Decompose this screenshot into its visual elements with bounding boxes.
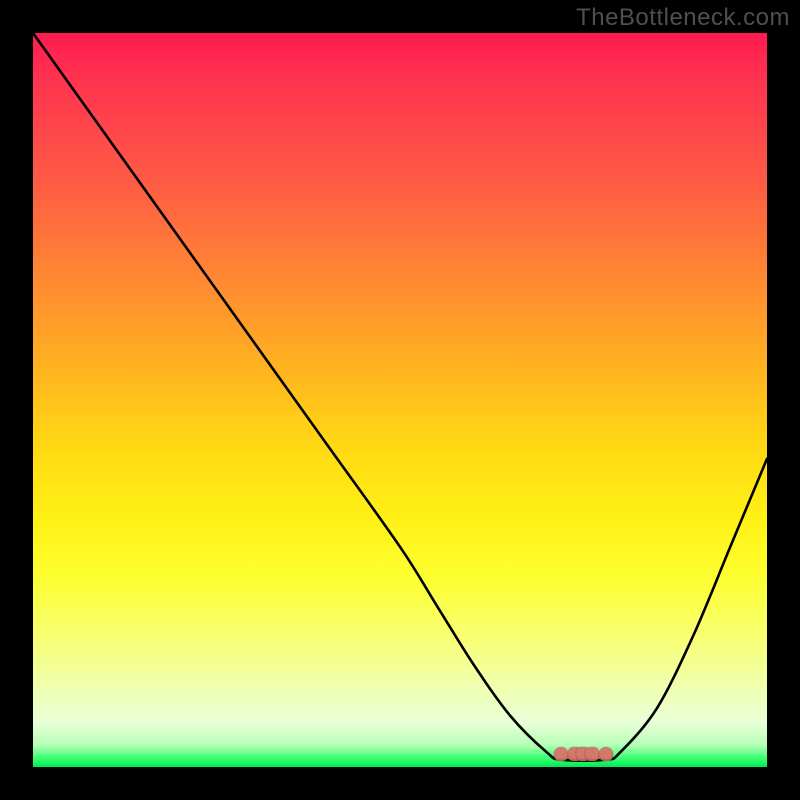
sweet-spot-bump [599, 747, 613, 761]
sweet-spot-marker [554, 745, 613, 761]
sweet-spot-bump [554, 747, 568, 761]
bottleneck-curve-path [33, 33, 767, 761]
bottleneck-chart: TheBottleneck.com [0, 0, 800, 800]
watermark-text: TheBottleneck.com [576, 4, 790, 32]
plot-area [33, 33, 767, 767]
curve-svg [33, 33, 767, 767]
sweet-spot-bump [585, 747, 599, 761]
